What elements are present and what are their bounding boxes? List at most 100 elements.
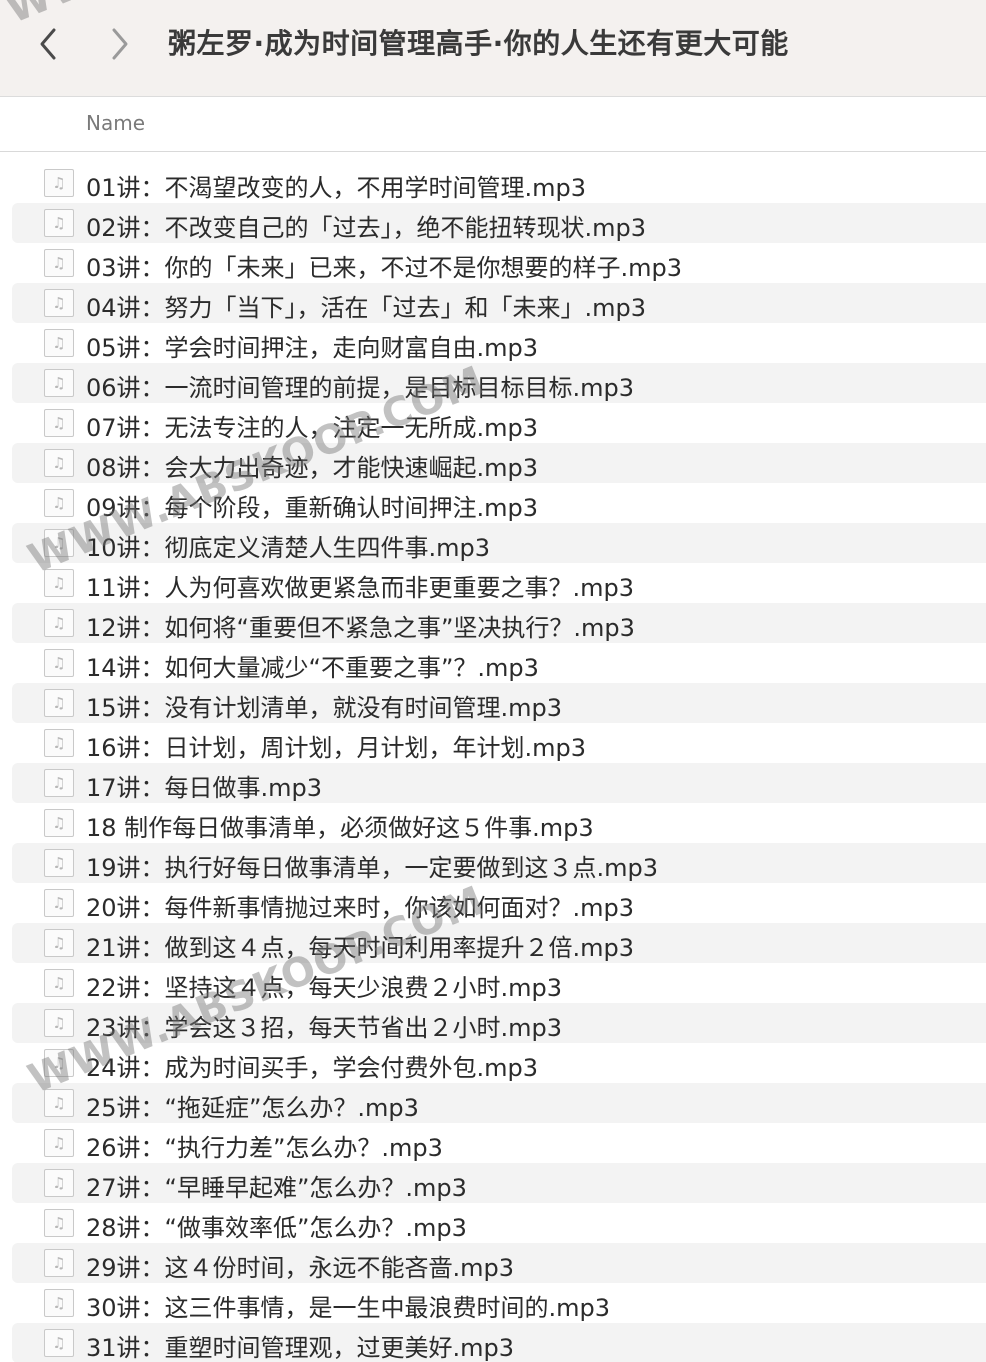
file-name: 06讲：一流时间管理的前提，是目标目标目标.mp3 [86, 374, 635, 402]
file-row[interactable]: ♫ 20讲：每件新事情抛过来时，你该如何面对？.mp3 [0, 883, 986, 923]
audio-file-icon: ♫ [44, 289, 74, 317]
audio-file-icon: ♫ [44, 889, 74, 917]
file-name: 24讲：成为时间买手，学会付费外包.mp3 [86, 1054, 539, 1082]
audio-file-icon: ♫ [44, 329, 74, 357]
file-row[interactable]: ♫ 14讲：如何大量减少“不重要之事”？.mp3 [0, 643, 986, 683]
audio-file-icon: ♫ [44, 1289, 74, 1317]
file-row[interactable]: ♫ 10讲：彻底定义清楚人生四件事.mp3 [0, 523, 986, 563]
finder-window: 粥左罗·成为时间管理高手·你的人生还有更大可能 Name ♫ 01讲：不渴望改变的… [0, 0, 986, 1362]
audio-file-icon: ♫ [44, 1249, 74, 1277]
audio-file-icon: ♫ [44, 849, 74, 877]
chevron-left-icon [40, 28, 56, 60]
file-name: 28讲：“做事效率低”怎么办？.mp3 [86, 1214, 467, 1242]
file-row[interactable]: ♫ 03讲：你的「未来」已来，不过不是你想要的样子.mp3 [0, 243, 986, 283]
file-row[interactable]: ♫ 30讲：这三件事情，是一生中最浪费时间的.mp3 [0, 1283, 986, 1323]
file-row[interactable]: ♫ 04讲：努力「当下」，活在「过去」和「未来」.mp3 [0, 283, 986, 323]
file-name: 29讲：这４份时间，永远不能吝啬.mp3 [86, 1254, 515, 1282]
audio-file-icon: ♫ [44, 449, 74, 477]
file-row[interactable]: ♫ 05讲：学会时间押注，走向财富自由.mp3 [0, 323, 986, 363]
file-row[interactable]: ♫ 01讲：不渴望改变的人，不用学时间管理.mp3 [0, 163, 986, 203]
file-row[interactable]: ♫ 17讲：每日做事.mp3 [0, 763, 986, 803]
audio-file-icon: ♫ [44, 409, 74, 437]
file-row[interactable]: ♫ 22讲：坚持这４点，每天少浪费２小时.mp3 [0, 963, 986, 1003]
audio-file-icon: ♫ [44, 369, 74, 397]
file-name: 20讲：每件新事情抛过来时，你该如何面对？.mp3 [86, 894, 635, 922]
file-name: 15讲：没有计划清单，就没有时间管理.mp3 [86, 694, 563, 722]
file-name: 16讲：日计划，周计划，月计划，年计划.mp3 [86, 734, 587, 762]
forward-button[interactable] [100, 24, 140, 64]
audio-file-icon: ♫ [44, 529, 74, 557]
file-row[interactable]: ♫ 09讲：每个阶段，重新确认时间押注.mp3 [0, 483, 986, 523]
audio-file-icon: ♫ [44, 609, 74, 637]
file-name: 12讲：如何将“重要但不紧急之事”坚决执行？.mp3 [86, 614, 635, 642]
file-name: 18 制作每日做事清单，必须做好这５件事.mp3 [86, 814, 594, 842]
window-title: 粥左罗·成为时间管理高手·你的人生还有更大可能 [168, 27, 789, 60]
file-name: 07讲：无法专注的人，注定一无所成.mp3 [86, 414, 539, 442]
file-row[interactable]: ♫ 27讲：“早睡早起难”怎么办？.mp3 [0, 1163, 986, 1203]
file-row[interactable]: ♫ 21讲：做到这４点，每天时间利用率提升２倍.mp3 [0, 923, 986, 963]
audio-file-icon: ♫ [44, 769, 74, 797]
file-name: 25讲：“拖延症”怎么办？.mp3 [86, 1094, 419, 1122]
file-row[interactable]: ♫ 16讲：日计划，周计划，月计划，年计划.mp3 [0, 723, 986, 763]
file-name: 19讲：执行好每日做事清单，一定要做到这３点.mp3 [86, 854, 659, 882]
file-row[interactable]: ♫ 28讲：“做事效率低”怎么办？.mp3 [0, 1203, 986, 1243]
audio-file-icon: ♫ [44, 729, 74, 757]
file-name: 26讲：“执行力差”怎么办？.mp3 [86, 1134, 443, 1162]
audio-file-icon: ♫ [44, 569, 74, 597]
back-button[interactable] [28, 24, 68, 64]
file-row[interactable]: ♫ 29讲：这４份时间，永远不能吝啬.mp3 [0, 1243, 986, 1283]
audio-file-icon: ♫ [44, 1089, 74, 1117]
file-row[interactable]: ♫ 25讲：“拖延症”怎么办？.mp3 [0, 1083, 986, 1123]
file-name: 17讲：每日做事.mp3 [86, 774, 323, 802]
file-row[interactable]: ♫ 15讲：没有计划清单，就没有时间管理.mp3 [0, 683, 986, 723]
audio-file-icon: ♫ [44, 649, 74, 677]
file-row[interactable]: ♫ 24讲：成为时间买手，学会付费外包.mp3 [0, 1043, 986, 1083]
file-name: 04讲：努力「当下」，活在「过去」和「未来」.mp3 [86, 294, 647, 322]
file-row[interactable]: ♫ 31讲：重塑时间管理观，过更美好.mp3 [0, 1323, 986, 1362]
column-header: Name [0, 97, 986, 152]
file-name: 27讲：“早睡早起难”怎么办？.mp3 [86, 1174, 467, 1202]
file-row[interactable]: ♫ 26讲：“执行力差”怎么办？.mp3 [0, 1123, 986, 1163]
file-row[interactable]: ♫ 08讲：会大力出奇迹，才能快速崛起.mp3 [0, 443, 986, 483]
audio-file-icon: ♫ [44, 1009, 74, 1037]
name-column-header[interactable]: Name [86, 111, 145, 135]
file-name: 01讲：不渴望改变的人，不用学时间管理.mp3 [86, 174, 587, 202]
file-row[interactable]: ♫ 06讲：一流时间管理的前提，是目标目标目标.mp3 [0, 363, 986, 403]
file-name: 02讲：不改变自己的「过去」，绝不能扭转现状.mp3 [86, 214, 647, 242]
audio-file-icon: ♫ [44, 929, 74, 957]
audio-file-icon: ♫ [44, 209, 74, 237]
file-list: ♫ 01讲：不渴望改变的人，不用学时间管理.mp3 ♫ 02讲：不改变自己的「过去」，… [0, 163, 986, 1362]
toolbar: 粥左罗·成为时间管理高手·你的人生还有更大可能 [0, 0, 986, 97]
audio-file-icon: ♫ [44, 1329, 74, 1357]
file-row[interactable]: ♫ 12讲：如何将“重要但不紧急之事”坚决执行？.mp3 [0, 603, 986, 643]
file-name: 23讲：学会这３招，每天节省出２小时.mp3 [86, 1014, 563, 1042]
audio-file-icon: ♫ [44, 249, 74, 277]
audio-file-icon: ♫ [44, 1209, 74, 1237]
chevron-right-icon [112, 28, 128, 60]
file-row[interactable]: ♫ 23讲：学会这３招，每天节省出２小时.mp3 [0, 1003, 986, 1043]
audio-file-icon: ♫ [44, 809, 74, 837]
audio-file-icon: ♫ [44, 1129, 74, 1157]
audio-file-icon: ♫ [44, 169, 74, 197]
file-name: 03讲：你的「未来」已来，不过不是你想要的样子.mp3 [86, 254, 683, 282]
file-name: 10讲：彻底定义清楚人生四件事.mp3 [86, 534, 491, 562]
file-name: 21讲：做到这４点，每天时间利用率提升２倍.mp3 [86, 934, 635, 962]
file-row[interactable]: ♫ 11讲：人为何喜欢做更紧急而非更重要之事？.mp3 [0, 563, 986, 603]
file-name: 31讲：重塑时间管理观，过更美好.mp3 [86, 1334, 515, 1362]
file-row[interactable]: ♫ 02讲：不改变自己的「过去」，绝不能扭转现状.mp3 [0, 203, 986, 243]
audio-file-icon: ♫ [44, 489, 74, 517]
audio-file-icon: ♫ [44, 1049, 74, 1077]
file-name: 30讲：这三件事情，是一生中最浪费时间的.mp3 [86, 1294, 611, 1322]
file-row[interactable]: ♫ 07讲：无法专注的人，注定一无所成.mp3 [0, 403, 986, 443]
file-row[interactable]: ♫ 18 制作每日做事清单，必须做好这５件事.mp3 [0, 803, 986, 843]
audio-file-icon: ♫ [44, 1169, 74, 1197]
file-name: 11讲：人为何喜欢做更紧急而非更重要之事？.mp3 [86, 574, 635, 602]
audio-file-icon: ♫ [44, 689, 74, 717]
file-name: 05讲：学会时间押注，走向财富自由.mp3 [86, 334, 539, 362]
file-name: 09讲：每个阶段，重新确认时间押注.mp3 [86, 494, 539, 522]
file-name: 08讲：会大力出奇迹，才能快速崛起.mp3 [86, 454, 539, 482]
file-name: 14讲：如何大量减少“不重要之事”？.mp3 [86, 654, 539, 682]
audio-file-icon: ♫ [44, 969, 74, 997]
file-name: 22讲：坚持这４点，每天少浪费２小时.mp3 [86, 974, 563, 1002]
file-row[interactable]: ♫ 19讲：执行好每日做事清单，一定要做到这３点.mp3 [0, 843, 986, 883]
